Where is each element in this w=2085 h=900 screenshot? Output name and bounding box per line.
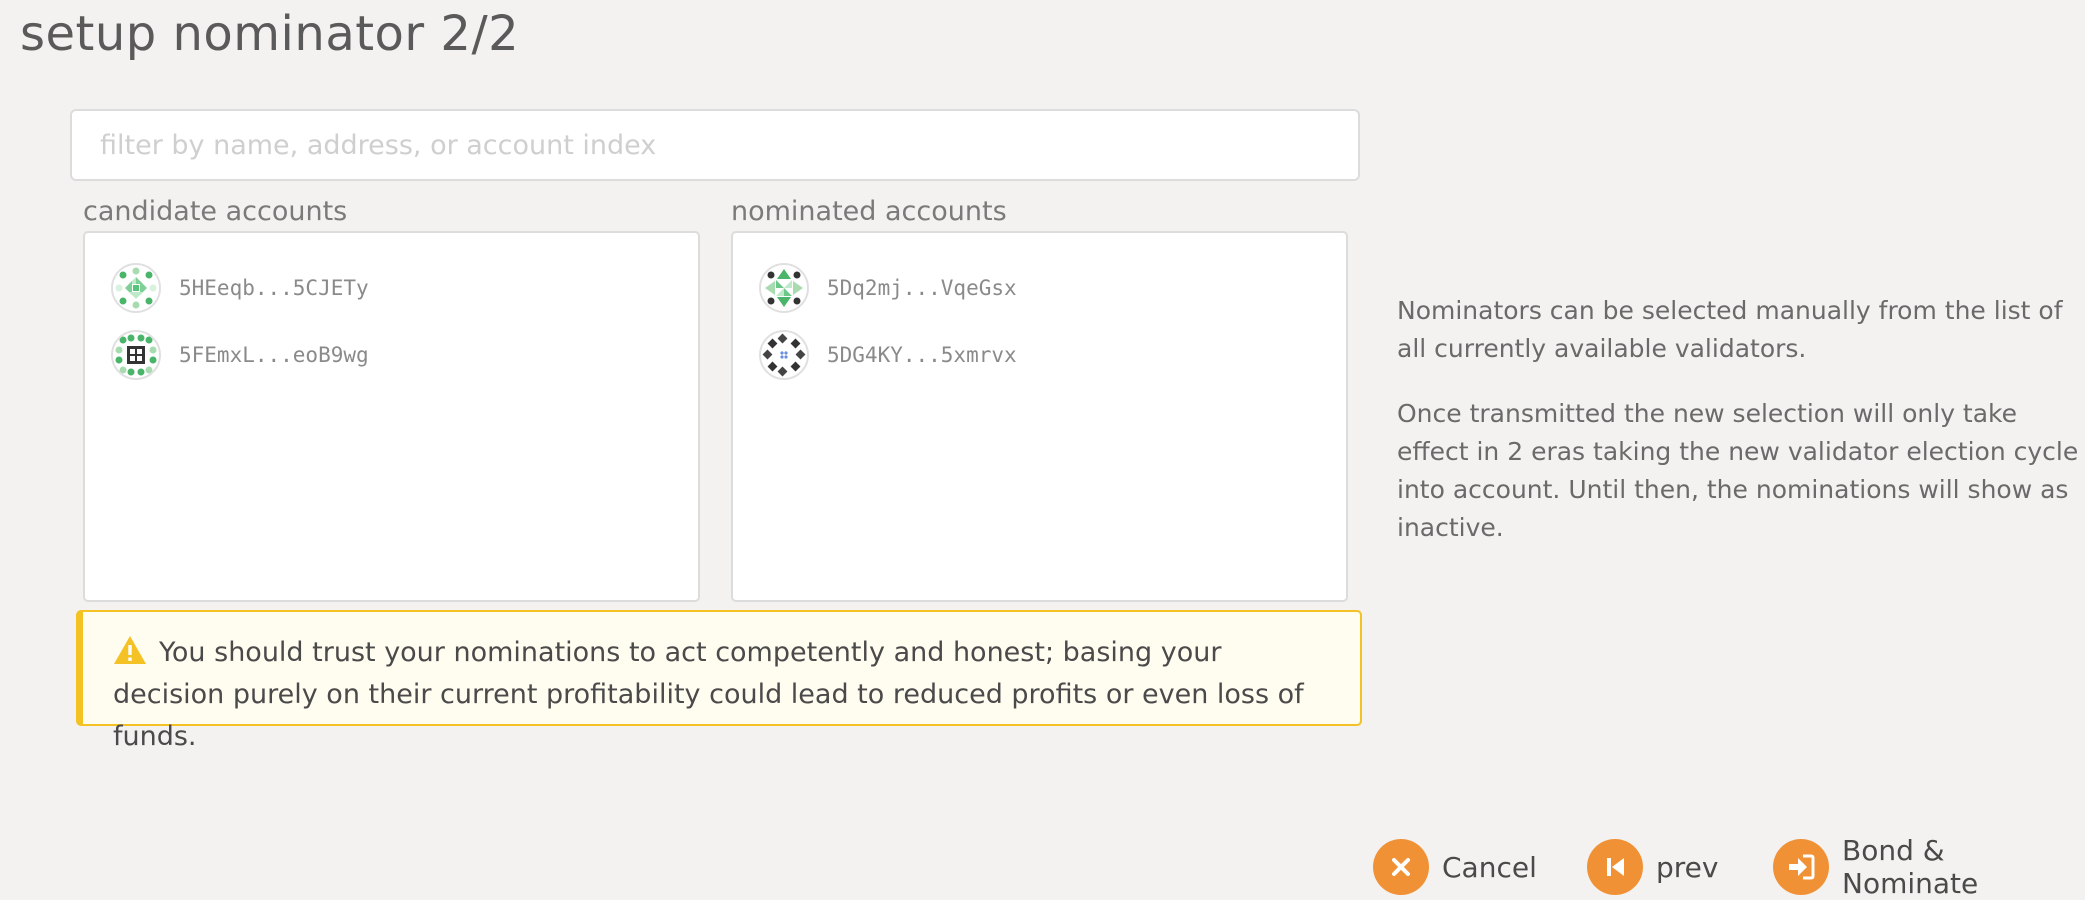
warning-icon [113, 635, 147, 665]
page-title: setup nominator 2/2 [20, 6, 520, 62]
nominated-accounts-list: 5Dq2mj...VqeGsx 5DG4KY...5xmrvx [731, 231, 1348, 602]
info-paragraph: Nominators can be selected manually from… [1397, 296, 2063, 363]
info-panel: Nominators can be selected manually from… [1397, 292, 2079, 574]
candidate-account-item[interactable]: 5HEeqb...5CJETy [85, 254, 698, 321]
prev-label: prev [1656, 850, 1719, 884]
sign-in-icon [1773, 839, 1829, 895]
identicon-icon [759, 329, 809, 380]
candidate-accounts-label: candidate accounts [83, 196, 348, 227]
bond-nominate-button[interactable]: Bond & Nominate [1773, 834, 2085, 900]
warning-message: You should trust your nominations to act… [76, 610, 1362, 752]
identicon-icon [111, 329, 161, 380]
step-backward-icon [1587, 839, 1643, 895]
account-address: 5DG4KY...5xmrvx [827, 342, 1017, 367]
warning-text: You should trust your nominations to act… [113, 637, 1304, 752]
cancel-button[interactable]: Cancel [1373, 839, 1537, 895]
candidate-accounts-list: 5HEeqb...5CJETy 5FEmxL...eoB9wg [83, 231, 700, 602]
bond-nominate-label: Bond & Nominate [1842, 834, 1979, 900]
candidate-account-item[interactable]: 5FEmxL...eoB9wg [85, 321, 698, 388]
nominated-accounts-label: nominated accounts [731, 196, 1007, 227]
filter-input[interactable] [70, 109, 1360, 181]
info-paragraph: Once transmitted the new selection will … [1397, 399, 2079, 542]
identicon-icon [759, 262, 809, 313]
prev-button[interactable]: prev [1587, 839, 1718, 895]
account-address: 5FEmxL...eoB9wg [179, 342, 369, 367]
account-address: 5HEeqb...5CJETy [179, 275, 369, 300]
close-icon [1373, 839, 1429, 895]
nominated-account-item[interactable]: 5DG4KY...5xmrvx [733, 321, 1346, 388]
cancel-label: Cancel [1442, 850, 1537, 884]
nominated-account-item[interactable]: 5Dq2mj...VqeGsx [733, 254, 1346, 321]
identicon-icon [111, 262, 161, 313]
account-address: 5Dq2mj...VqeGsx [827, 275, 1017, 300]
